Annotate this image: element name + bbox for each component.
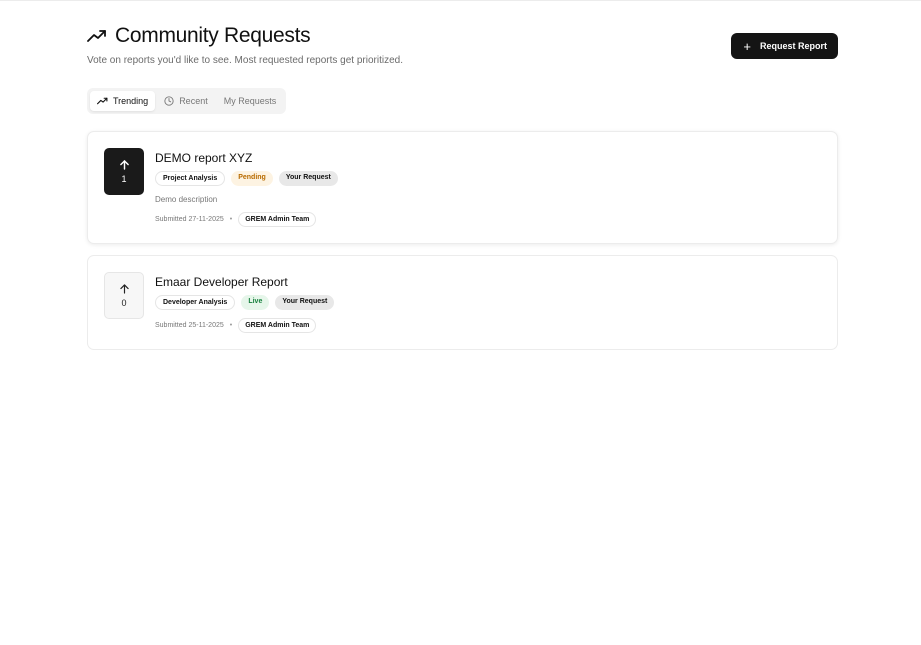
tab-recent[interactable]: Recent (157, 91, 215, 111)
trending-up-icon (97, 97, 108, 105)
request-card[interactable]: 1 DEMO report XYZ Project Analysis Pendi… (87, 131, 838, 244)
vote-count: 1 (121, 173, 127, 184)
main-content: Community Requests Vote on reports you'd… (87, 24, 838, 350)
request-report-button[interactable]: + Request Report (731, 33, 838, 59)
separator-dot: • (229, 322, 233, 329)
owner-badge: Your Request (275, 295, 335, 310)
page-title: Community Requests (115, 24, 311, 47)
header-text: Community Requests Vote on reports you'd… (87, 24, 403, 66)
request-title: DEMO report XYZ (155, 151, 253, 165)
upvote-button[interactable]: 1 (104, 148, 144, 195)
status-badge: Live (241, 295, 270, 310)
request-card[interactable]: 0 Emaar Developer Report Developer Analy… (87, 255, 838, 350)
submitted-date: Submitted 27-11-2025 (155, 216, 224, 223)
request-body: Emaar Developer Report Developer Analysi… (155, 272, 335, 333)
request-report-label: Request Report (759, 41, 827, 51)
tab-label: Trending (113, 96, 149, 106)
submitted-date: Submitted 25-11-2025 (155, 322, 224, 329)
trending-up-icon (87, 30, 106, 42)
plus-icon: + (743, 38, 751, 54)
page-subtitle: Vote on reports you'd like to see. Most … (87, 55, 403, 66)
request-meta: Submitted 27-11-2025 • GREM Admin Team (155, 212, 338, 227)
filter-tabs: Trending Recent My Requests (87, 88, 287, 114)
request-tags: Developer Analysis Live Your Request (155, 295, 335, 310)
arrow-up-icon (119, 159, 129, 170)
request-body: DEMO report XYZ Project Analysis Pending… (155, 148, 338, 227)
top-divider (0, 0, 921, 1)
clock-icon (164, 96, 174, 106)
tab-trending[interactable]: Trending (90, 91, 156, 111)
separator-dot: • (229, 216, 233, 223)
page-header: Community Requests Vote on reports you'd… (87, 24, 838, 66)
vote-count: 0 (121, 297, 127, 308)
upvote-button[interactable]: 0 (104, 272, 144, 319)
owner-badge: Your Request (278, 171, 338, 186)
request-description: Demo description (155, 195, 218, 204)
tab-label: Recent (179, 96, 208, 106)
team-badge: GREM Admin Team (238, 212, 317, 227)
status-badge: Pending (231, 171, 273, 186)
tab-my-requests[interactable]: My Requests (217, 91, 284, 111)
request-title: Emaar Developer Report (155, 275, 288, 289)
title-row: Community Requests (87, 24, 403, 48)
category-badge: Developer Analysis (155, 295, 236, 310)
request-meta: Submitted 25-11-2025 • GREM Admin Team (155, 318, 334, 333)
team-badge: GREM Admin Team (238, 318, 317, 333)
tab-label: My Requests (223, 96, 277, 106)
request-tags: Project Analysis Pending Your Request (155, 171, 338, 186)
arrow-up-icon (119, 283, 129, 294)
category-badge: Project Analysis (155, 171, 226, 186)
